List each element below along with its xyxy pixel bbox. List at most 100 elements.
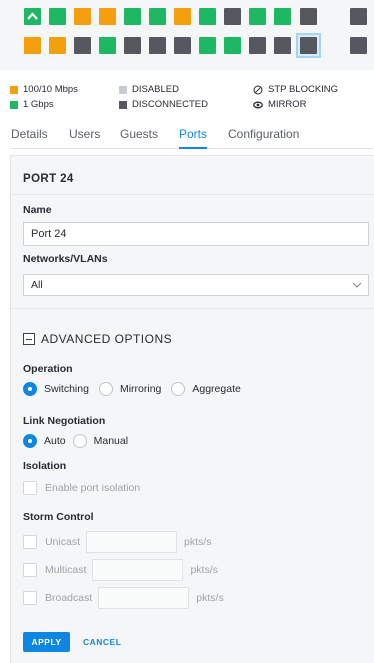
port-20[interactable] [249, 37, 266, 54]
port-3[interactable] [49, 8, 66, 25]
tab-users[interactable]: Users [69, 127, 100, 149]
isolation-label: Isolation [23, 460, 67, 472]
light-gray-swatch-icon [119, 85, 127, 94]
port-2[interactable] [24, 37, 41, 54]
storm-multicast-row: Multicast pkts/s [23, 559, 218, 581]
tab-ports[interactable]: Ports [179, 127, 208, 149]
port-4[interactable] [49, 37, 66, 54]
port-25-sfp[interactable] [350, 8, 367, 25]
circle-slash-icon [253, 85, 263, 94]
auto-label: Auto [44, 435, 66, 447]
networks-select-value: All [31, 279, 43, 291]
legend-100mbps: 100/10 Mbps [10, 84, 78, 95]
port-6[interactable] [74, 37, 91, 54]
chevron-down-icon [352, 282, 362, 288]
manual-label: Manual [93, 435, 129, 447]
port-26-sfp[interactable] [350, 37, 367, 54]
port-1-uplink[interactable] [24, 8, 41, 25]
advanced-options-toggle[interactable]: ADVANCED OPTIONS [23, 332, 172, 346]
legend-stp-label: STP BLOCKING [268, 84, 339, 95]
radio-auto[interactable] [23, 434, 37, 448]
aggregate-label: Aggregate [192, 383, 241, 395]
storm-broadcast-row: Broadcast pkts/s [23, 587, 224, 609]
port-15[interactable] [199, 8, 216, 25]
broadcast-label: Broadcast [45, 592, 93, 604]
radio-manual[interactable] [72, 434, 87, 448]
isolation-checkbox-label: Enable port isolation [45, 482, 141, 494]
multicast-checkbox[interactable] [23, 563, 37, 577]
port-11[interactable] [149, 8, 166, 25]
multicast-label: Multicast [45, 564, 87, 576]
legend-stp-blocking: STP BLOCKING [253, 84, 338, 95]
divider [11, 194, 374, 195]
multicast-rate-input[interactable] [92, 559, 184, 581]
port-name-input[interactable]: Port 24 [23, 222, 369, 246]
port-24[interactable] [300, 37, 317, 54]
legend-1gbps-label: 1 Gbps [23, 99, 54, 110]
port-7[interactable] [99, 8, 116, 25]
cancel-button[interactable]: CANCEL [83, 632, 121, 652]
advanced-options-label: ADVANCED OPTIONS [41, 332, 173, 346]
multicast-unit-label: pkts/s [190, 564, 218, 576]
unicast-rate-input[interactable] [86, 531, 178, 553]
storm-unicast-row: Unicast pkts/s [23, 531, 211, 553]
radio-switching[interactable] [23, 382, 37, 396]
port-title: PORT 24 [23, 173, 74, 185]
legend-disconnected-label: DISCONNECTED [132, 99, 209, 110]
isolation-option: Enable port isolation [23, 481, 140, 495]
uplink-arrow-icon [27, 12, 38, 20]
green-swatch-icon [10, 100, 18, 109]
port-14[interactable] [174, 37, 191, 54]
tab-configuration[interactable]: Configuration [228, 127, 299, 149]
operation-radio-group: Switching Mirroring Aggregate [23, 382, 246, 396]
collapse-minus-icon [23, 333, 35, 345]
port-13[interactable] [174, 8, 191, 25]
storm-control-label: Storm Control [23, 511, 94, 523]
port-grid [0, 0, 374, 70]
port-8[interactable] [99, 37, 116, 54]
port-12[interactable] [149, 37, 166, 54]
port-5[interactable] [74, 8, 91, 25]
unicast-label: Unicast [45, 536, 81, 548]
tab-guests[interactable]: Guests [120, 127, 158, 149]
port-19[interactable] [249, 8, 266, 25]
operation-label: Operation [23, 363, 73, 375]
broadcast-checkbox[interactable] [23, 591, 37, 605]
legend-1gbps: 1 Gbps [10, 99, 54, 110]
port-18[interactable] [224, 37, 241, 54]
networks-label: Networks/VLANs [23, 253, 108, 265]
legend-100mbps-label: 100/10 Mbps [23, 84, 78, 95]
radio-mirroring[interactable] [98, 382, 113, 396]
legend-mirror: MIRROR [253, 99, 307, 110]
radio-aggregate[interactable] [171, 382, 186, 396]
isolation-checkbox[interactable] [23, 481, 37, 495]
name-label: Name [23, 204, 52, 216]
port-17[interactable] [224, 8, 241, 25]
eye-icon [253, 101, 263, 108]
legend-mirror-label: MIRROR [268, 99, 307, 110]
port-10[interactable] [124, 37, 141, 54]
link-negotiation-label: Link Negotiation [23, 415, 106, 427]
broadcast-rate-input[interactable] [98, 587, 190, 609]
port-21[interactable] [274, 8, 291, 25]
unicast-unit-label: pkts/s [184, 536, 212, 548]
mirroring-label: Mirroring [119, 383, 162, 395]
tab-details[interactable]: Details [11, 127, 48, 149]
port-16[interactable] [199, 37, 216, 54]
link-negotiation-radio-group: Auto Manual [23, 434, 133, 448]
port-9[interactable] [124, 8, 141, 25]
legend-disabled-label: DISABLED [132, 84, 179, 95]
device-tabs: Details Users Guests Ports Configuration [11, 127, 373, 149]
apply-button[interactable]: APPLY [23, 632, 70, 652]
orange-swatch-icon [10, 85, 18, 94]
dark-gray-swatch-icon [119, 100, 127, 109]
port-legend: 100/10 Mbps 1 Gbps DISABLED DISCONNECTED… [10, 84, 370, 114]
unicast-checkbox[interactable] [23, 535, 37, 549]
port-23[interactable] [300, 8, 317, 25]
port-24-selected-highlight[interactable] [296, 33, 321, 58]
switching-label: Switching [44, 383, 89, 395]
port-22[interactable] [274, 37, 291, 54]
networks-select[interactable]: All [23, 274, 369, 296]
divider [11, 308, 374, 309]
port-settings-panel: PORT 24 Name Port 24 Networks/VLANs All … [10, 155, 374, 663]
